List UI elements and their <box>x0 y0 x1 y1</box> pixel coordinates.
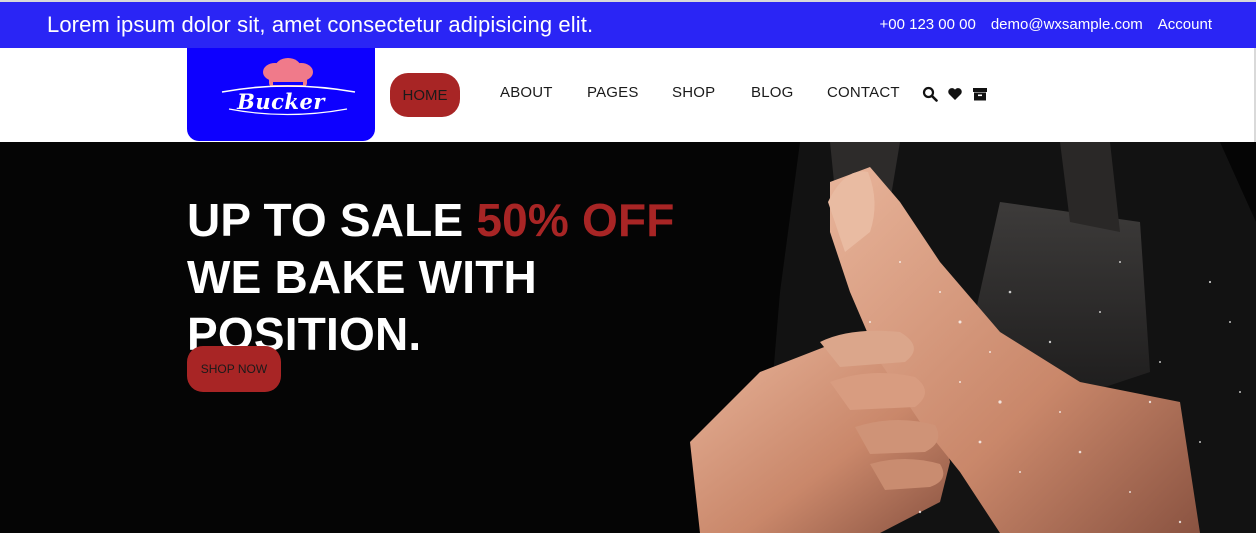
hero-line-2: WE BAKE WITH <box>187 251 537 303</box>
search-icon[interactable] <box>922 86 938 102</box>
logo-text: Bucker <box>237 89 325 114</box>
hero-banner: UP TO SALE 50% OFF WE BAKE WITH POSITION… <box>0 142 1256 533</box>
nav-blog[interactable]: BLOG <box>751 84 793 101</box>
nav-icons <box>922 86 988 102</box>
hero-line-1-accent: 50% OFF <box>476 194 675 246</box>
archive-icon[interactable] <box>972 86 988 102</box>
top-bar-contact: +00 123 00 00 demo@wxsample.com Account <box>880 16 1213 33</box>
top-bar-tagline: Lorem ipsum dolor sit, amet consectetur … <box>47 12 594 37</box>
phone-link[interactable]: +00 123 00 00 <box>880 16 976 33</box>
main-navbar: Bucker HOME ABOUT PAGES SHOP BLOG CONTAC… <box>0 48 1256 142</box>
top-bar: Lorem ipsum dolor sit, amet consectetur … <box>0 0 1256 48</box>
nav-home[interactable]: HOME <box>390 73 460 117</box>
nav-shop[interactable]: SHOP <box>672 84 715 101</box>
hero-line-1: UP TO SALE 50% OFF <box>187 192 675 249</box>
shop-now-button[interactable]: SHOP NOW <box>187 346 281 392</box>
email-link[interactable]: demo@wxsample.com <box>991 16 1143 33</box>
nav-pages[interactable]: PAGES <box>587 84 639 101</box>
nav-contact[interactable]: CONTACT <box>827 84 900 101</box>
account-link[interactable]: Account <box>1158 16 1212 33</box>
logo[interactable]: Bucker <box>187 48 375 141</box>
heart-icon[interactable] <box>947 86 963 102</box>
hero-headline: UP TO SALE 50% OFF WE BAKE WITH POSITION… <box>187 192 675 363</box>
hero-line-1-prefix: UP TO SALE <box>187 194 464 246</box>
nav-about[interactable]: ABOUT <box>500 84 553 101</box>
